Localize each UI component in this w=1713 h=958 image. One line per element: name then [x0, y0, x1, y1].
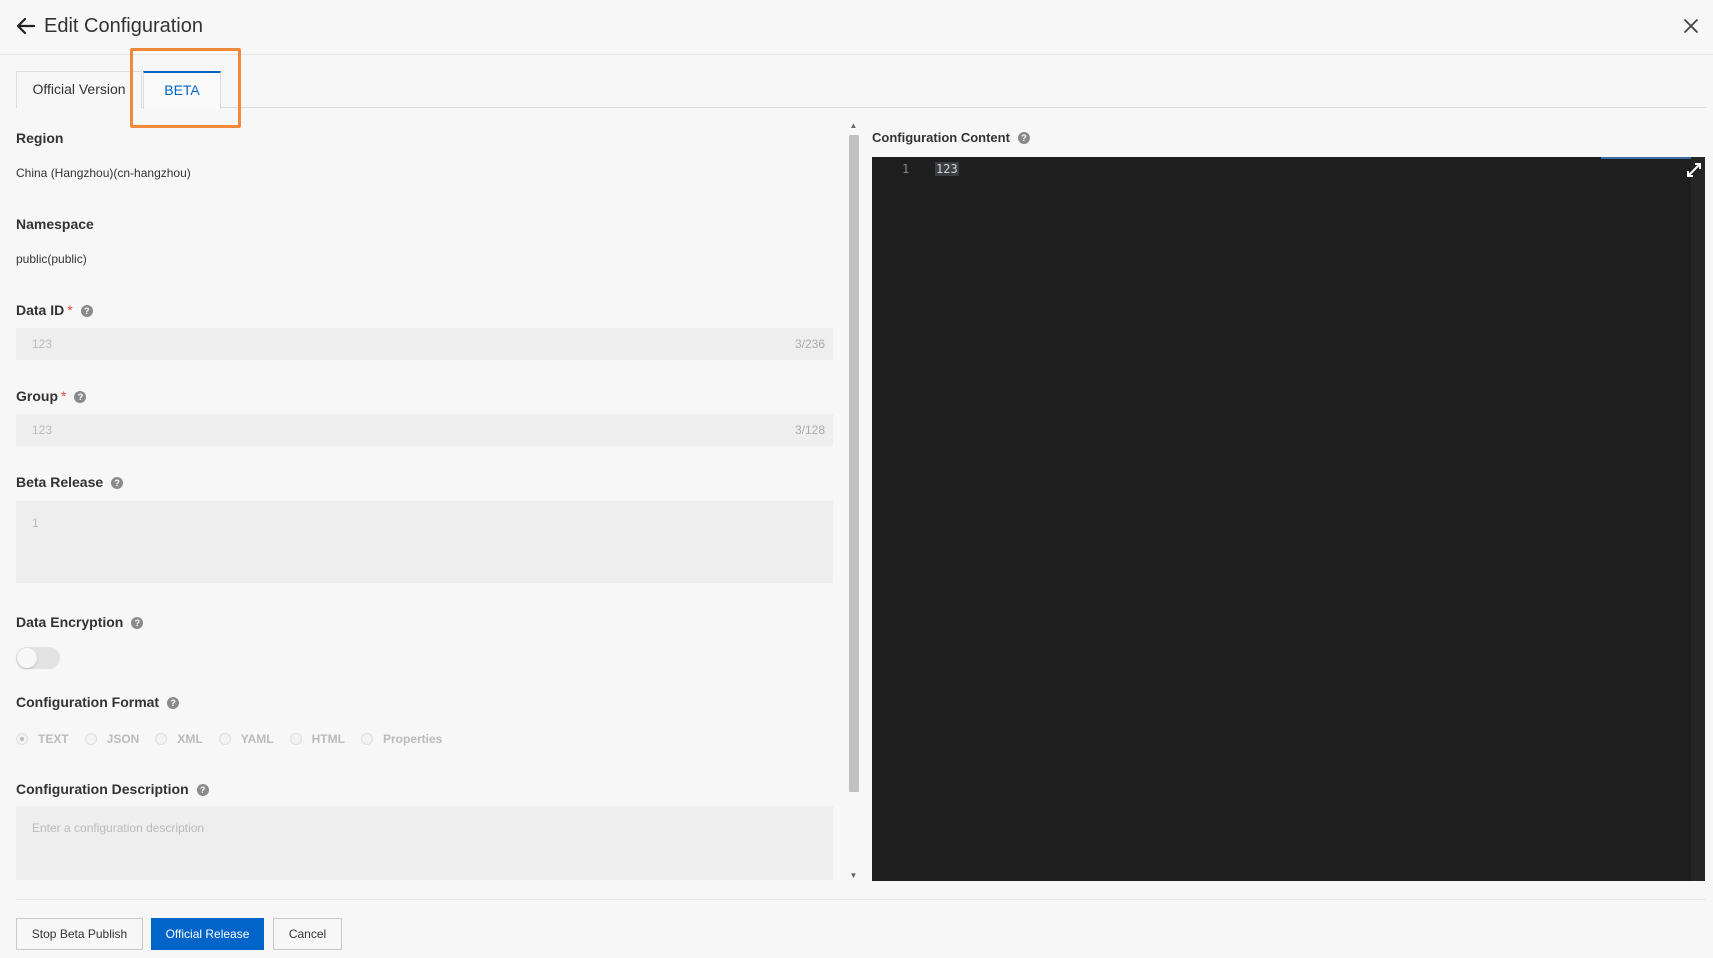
stop-beta-publish-button[interactable]: Stop Beta Publish — [16, 918, 143, 950]
region-label: Region — [16, 130, 64, 146]
fullscreen-expand-icon[interactable] — [1685, 161, 1703, 179]
help-icon[interactable]: ? — [131, 617, 144, 629]
group-value: 123 — [32, 423, 53, 437]
tab-official-version[interactable]: Official Version — [16, 71, 142, 108]
radio-dot — [360, 733, 373, 745]
data-id-label: Data ID *? — [16, 301, 93, 319]
editor-scrollbar[interactable] — [1691, 157, 1705, 881]
page-header: Edit Configuration — [0, 0, 1713, 55]
radio-properties[interactable]: Properties — [360, 732, 442, 746]
required-mark: * — [61, 388, 67, 404]
arrow-left-icon[interactable] — [14, 14, 38, 38]
data-encryption-label: Data Encryption? — [16, 613, 144, 631]
help-icon[interactable]: ? — [196, 784, 209, 796]
data-encryption-toggle[interactable] — [16, 647, 60, 669]
required-mark: * — [67, 302, 73, 318]
radio-text[interactable]: TEXT — [16, 732, 69, 746]
tab-beta[interactable]: BETA — [143, 71, 221, 109]
group-label: Group *? — [16, 387, 87, 405]
config-description-placeholder: Enter a configuration description — [32, 821, 205, 835]
data-id-value: 123 — [32, 337, 53, 351]
code-editor[interactable]: 1 123 — [872, 157, 1705, 881]
version-tabs: Official Version BETA — [16, 71, 1706, 109]
page-title: Edit Configuration — [44, 15, 203, 37]
scroll-up-arrow-icon[interactable]: ▲ — [846, 120, 861, 132]
beta-release-input[interactable]: 1 — [16, 501, 833, 583]
help-icon[interactable]: ? — [80, 305, 93, 317]
code-content[interactable]: 123 — [935, 162, 959, 176]
radio-dot — [155, 733, 168, 745]
footer-divider — [16, 899, 1706, 900]
config-format-label: Configuration Format? — [16, 693, 180, 711]
radio-xml[interactable]: XML — [155, 732, 203, 746]
group-input[interactable]: 123 3/128 — [16, 414, 833, 446]
region-value: China (Hangzhou)(cn-hangzhou) — [16, 166, 191, 180]
toggle-knob — [17, 648, 37, 668]
config-description-input[interactable]: Enter a configuration description — [16, 806, 833, 880]
form-scrollbar[interactable]: ▲ ▼ — [846, 120, 861, 882]
radio-dot — [84, 733, 97, 745]
cancel-button[interactable]: Cancel — [273, 918, 342, 950]
line-number: 1 — [902, 162, 910, 176]
editor-top-indicator — [1601, 157, 1691, 159]
radio-yaml[interactable]: YAML — [218, 732, 274, 746]
radio-dot — [218, 733, 231, 745]
help-icon[interactable]: ? — [167, 697, 180, 709]
beta-release-label: Beta Release? — [16, 473, 124, 491]
radio-dot — [289, 733, 302, 745]
data-id-input[interactable]: 123 3/236 — [16, 328, 833, 360]
help-icon[interactable]: ? — [111, 477, 124, 489]
config-description-label: Configuration Description? — [16, 780, 209, 798]
namespace-value: public(public) — [16, 252, 87, 266]
radio-dot — [16, 733, 28, 745]
beta-release-value: 1 — [32, 516, 39, 530]
configuration-form: Region China (Hangzhou)(cn-hangzhou) Nam… — [16, 120, 833, 880]
radio-html[interactable]: HTML — [289, 732, 345, 746]
group-counter: 3/128 — [794, 423, 825, 437]
data-id-counter: 3/236 — [794, 337, 825, 351]
radio-json[interactable]: JSON — [84, 732, 139, 746]
config-content-label: Configuration Content? — [872, 130, 1030, 145]
help-icon[interactable]: ? — [1017, 132, 1030, 144]
help-icon[interactable]: ? — [74, 391, 87, 403]
config-format-radio-group: TEXT JSON XML YAML HTML Properties — [16, 732, 442, 746]
scroll-thumb[interactable] — [849, 135, 859, 792]
scroll-down-arrow-icon[interactable]: ▼ — [846, 870, 861, 882]
namespace-label: Namespace — [16, 216, 94, 232]
official-release-button[interactable]: Official Release — [151, 918, 264, 950]
close-icon[interactable] — [1679, 14, 1703, 38]
